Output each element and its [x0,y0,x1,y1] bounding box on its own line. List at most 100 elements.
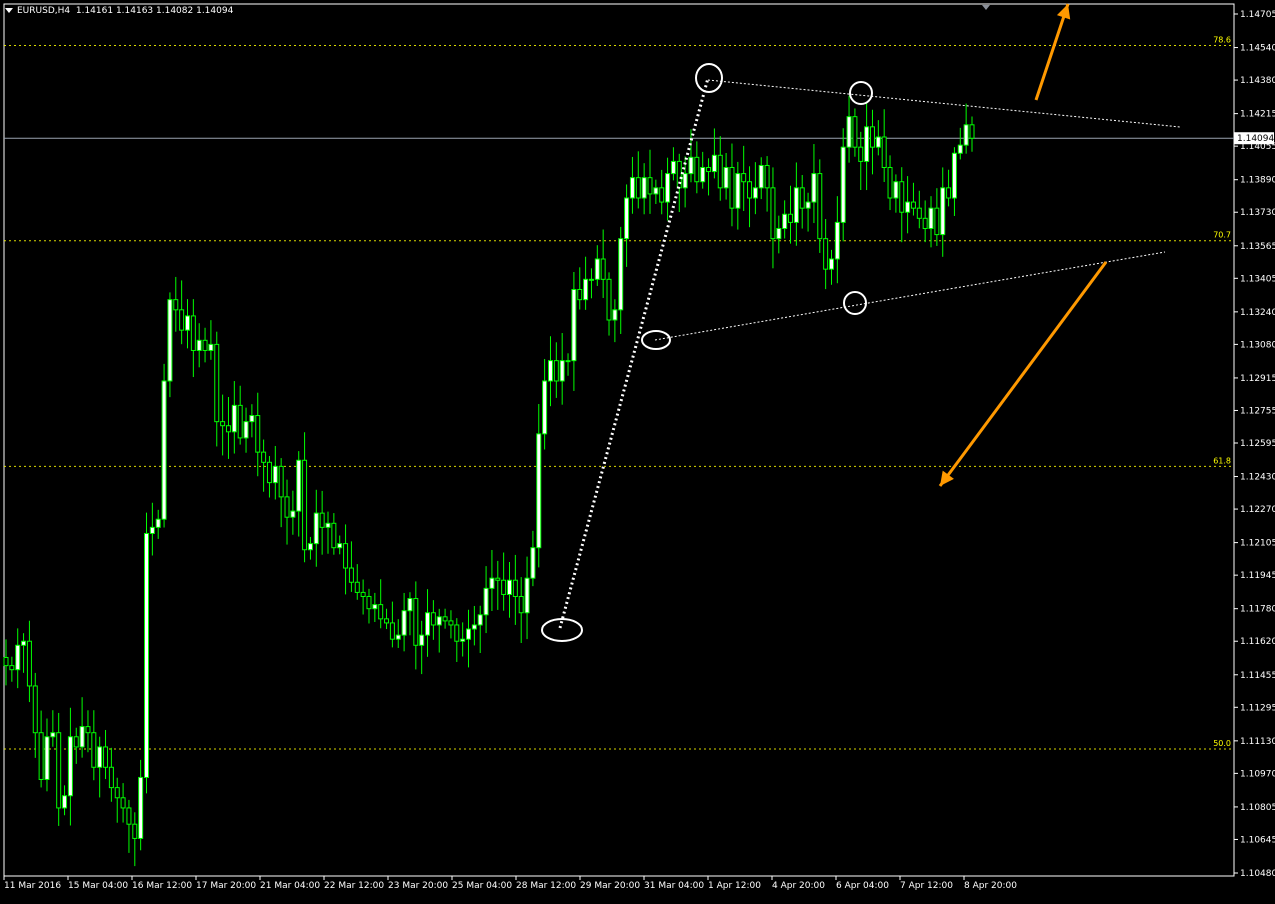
candle-body [606,278,612,321]
pivot-circle[interactable] [843,291,867,315]
candle-body [764,164,770,189]
candle-body [319,512,325,528]
candle-body [536,433,542,549]
candle-body [430,612,436,626]
candle-body [811,173,817,203]
candle-body [688,156,694,175]
candle-body [553,360,559,382]
lower-trend-line-ext[interactable] [954,251,1166,289]
y-tick-label: 1.11455 [1240,671,1275,681]
candle-body [547,360,553,382]
candle-body [44,736,50,780]
candle-body [149,526,155,534]
down-breakdown-arrow-head[interactable] [940,470,954,486]
pivot-circle[interactable] [695,63,723,93]
candle-body [261,451,267,463]
candle-body [828,258,834,270]
impulse-dotted-line[interactable] [558,77,710,629]
candle-body [32,685,38,734]
up-breakout-arrow[interactable] [1034,3,1070,101]
chart-area[interactable]: 1.14705 1.14540 1.14380 1.14215 1.14055 1.138… [0,0,1275,900]
candle-body [296,459,302,512]
upper-trend-line[interactable] [707,79,1181,128]
shift-marker-icon[interactable] [982,5,990,10]
candle-body [460,638,466,642]
plot-frame [3,3,1235,877]
candle-body [694,156,700,183]
candle-body [214,343,220,423]
y-tick-label: 1.13240 [1240,308,1275,318]
candle-body [21,640,27,646]
candle-body [940,187,946,236]
candle-body [951,152,957,199]
candle-body [717,154,723,189]
candle-body [899,181,905,213]
candle-body [594,258,600,280]
candle-body [85,726,91,734]
candle-body [471,624,477,630]
candle-body [255,415,261,453]
candle-body [97,746,103,768]
candle-body [331,522,337,549]
candle-body [15,644,21,671]
candle-body [869,126,875,148]
candle-body [583,278,589,301]
candle-body [612,309,618,321]
candle-body [916,207,922,219]
candle-body [641,177,647,199]
candle-body [173,299,179,311]
candle-body [3,656,9,667]
candle-body [858,146,864,162]
candle-body [618,238,624,311]
candle-body [103,746,109,768]
lower-trend-line[interactable] [654,287,956,341]
y-tick-label: 1.12270 [1240,505,1275,515]
candle-body [864,126,870,162]
y-tick-label: 1.12595 [1240,439,1275,449]
y-tick-label: 1.11945 [1240,571,1275,581]
y-tick-label: 1.12915 [1240,374,1275,384]
y-tick-label: 1.13565 [1240,242,1275,252]
candle-body [969,124,975,139]
y-tick-label: 1.14215 [1240,110,1275,120]
candle-body [179,309,185,331]
candle-body [752,187,758,199]
candle-body [782,213,788,229]
candle-body [348,567,354,583]
candle-body [706,167,712,173]
candle-body [395,634,401,640]
candle-body [600,258,606,280]
fib-level-label: 78.6 [1213,36,1231,45]
candle-body [946,187,952,199]
candle-body [910,201,916,209]
candle-body [202,339,208,351]
candlestick-chart[interactable]: 1.147051.145401.143801.142151.140551.138… [0,0,1275,900]
dropdown-triangle-icon[interactable] [5,8,13,13]
y-tick-label: 1.11295 [1240,703,1275,713]
candle-body [577,288,583,301]
x-tick-label: 31 Mar 04:00 [644,881,704,891]
up-breakout-arrow-head[interactable] [1056,4,1071,20]
candle-body [788,213,794,223]
candle-body [852,116,858,148]
symbol-label: EURUSD,H4 [17,6,71,16]
candle-body [138,776,144,839]
candle-body [834,221,840,260]
y-tick-label: 1.14540 [1240,44,1275,54]
candle-body [184,315,190,331]
candle-body [542,380,548,435]
candle-body [723,167,729,189]
candle-body [354,581,360,593]
pivot-circle[interactable] [849,81,873,105]
candle-body [817,173,823,240]
candle-body [887,167,893,199]
fib-level-label: 50.0 [1213,739,1231,748]
candle-body [776,227,782,240]
candle-body [278,465,284,498]
candle-body [530,547,536,579]
y-tick-label: 1.11620 [1240,637,1275,647]
x-tick-label: 15 Mar 04:00 [68,881,128,891]
candle-body [875,136,881,148]
candle-body [50,732,56,738]
down-breakdown-arrow[interactable] [938,261,1108,487]
